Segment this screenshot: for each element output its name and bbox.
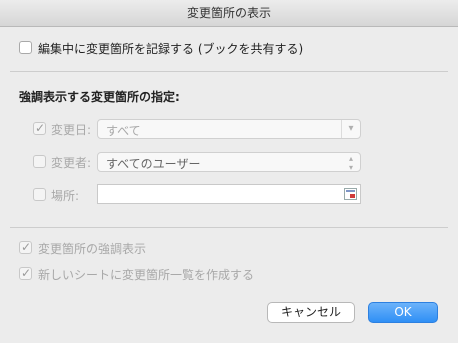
who-value: すべてのユーザー [106,157,201,171]
when-checkbox[interactable]: ✓ [33,121,46,135]
who-checkbox[interactable] [33,155,46,168]
where-label: 場所: [51,189,80,203]
track-changes-label: 編集中に変更箇所を記録する (ブックを共有する) [38,42,304,56]
when-popup[interactable]: すべて ▾ [97,119,361,139]
list-on-new-sheet-label: 新しいシートに変更箇所一覧を作成する [38,268,255,282]
checkmark-icon: ✓ [21,266,32,280]
cancel-button[interactable]: キャンセル [267,302,355,323]
list-on-new-sheet-checkbox[interactable]: ✓ [19,266,32,280]
window-title: 変更箇所の表示 [0,0,458,27]
where-range-field[interactable] [97,184,361,204]
track-changes-checkbox[interactable] [19,41,32,54]
ok-button[interactable]: OK [368,302,438,323]
checkmark-icon: ✓ [35,121,46,135]
when-value: すべて [106,124,141,138]
highlight-on-screen-checkbox[interactable]: ✓ [19,240,32,254]
when-label: 変更日: [51,123,92,137]
separator-bottom [10,227,448,228]
chevron-down-icon: ▾ [341,120,360,138]
who-popup[interactable]: すべてのユーザー ▴ ▾ [97,152,361,172]
who-label: 変更者: [51,156,92,170]
where-checkbox[interactable] [33,188,46,201]
separator-top [10,71,448,72]
checkmark-icon: ✓ [21,240,32,254]
range-selector-icon[interactable] [344,188,357,200]
highlight-on-screen-label: 変更箇所の強調表示 [38,242,147,256]
up-down-arrows-icon: ▴ ▾ [348,154,353,172]
highlight-section-heading: 強調表示する変更箇所の指定: [19,90,180,104]
